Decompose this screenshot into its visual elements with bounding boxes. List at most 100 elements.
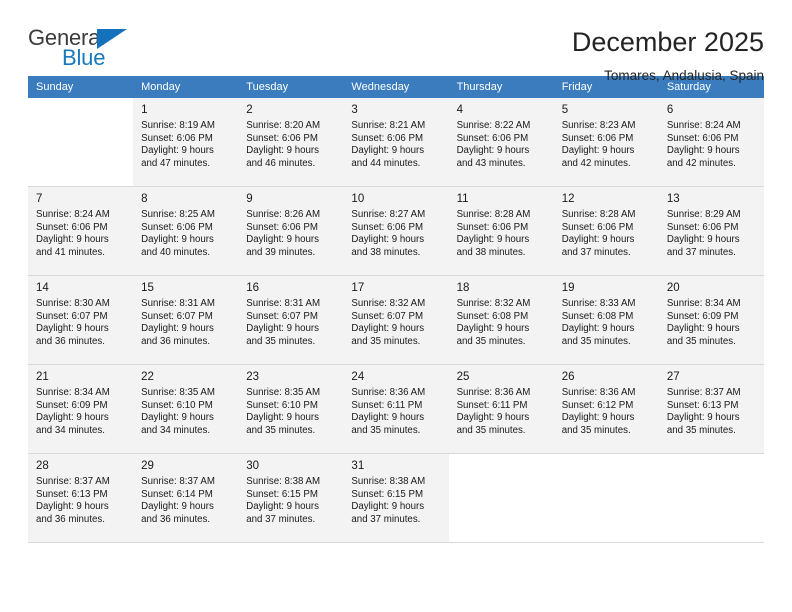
sunrise-text: Sunrise: 8:23 AM — [561, 120, 636, 131]
sunrise-text: Sunrise: 8:38 AM — [351, 476, 426, 487]
calendar-day-cell: 1 Sunrise: 8:19 AM Sunset: 6:06 PM Daylight… — [133, 98, 239, 187]
calendar-cell[interactable]: 10 Sunrise: 8:27 AM Sunset: 6:06 PM Dayligh… — [343, 187, 449, 276]
daylight-text-line2: and 38 minutes. — [456, 246, 526, 258]
daylight-text-line1: Daylight: 9 hours — [141, 412, 214, 424]
calendar-cell[interactable]: 23 Sunrise: 8:35 AM Sunset: 6:10 PM Dayligh… — [238, 365, 344, 454]
calendar-cell[interactable]: 1 Sunrise: 8:19 AM Sunset: 6:06 PM Daylight… — [133, 98, 239, 187]
page-header: General Blue December 2025 Tomares, Anda… — [28, 0, 764, 84]
daylight-text-line1: Daylight: 9 hours — [456, 412, 530, 424]
weekday-header-sunday: Sunday — [28, 76, 134, 98]
day-number: 13 — [666, 193, 680, 205]
calendar-cell-empty — [658, 454, 764, 543]
daylight-text-line2: and 34 minutes. — [141, 424, 211, 436]
sun-info: Sunrise: 8:32 AM Sunset: 6:08 PM Daylight:… — [457, 298, 548, 348]
daylight-text-line1: Daylight: 9 hours — [351, 145, 425, 157]
calendar-cell[interactable]: 4 Sunrise: 8:22 AM Sunset: 6:06 PM Daylight… — [448, 98, 554, 187]
daylight-text-line1: Daylight: 9 hours — [351, 323, 425, 335]
calendar-cell[interactable]: 18 Sunrise: 8:32 AM Sunset: 6:08 PM Dayligh… — [448, 276, 554, 365]
sunset-text: Sunset: 6:06 PM — [141, 132, 213, 144]
calendar-page: General Blue December 2025 Tomares, Anda… — [0, 0, 792, 612]
sunset-text: Sunset: 6:13 PM — [36, 488, 108, 500]
calendar-cell[interactable]: 2 Sunrise: 8:20 AM Sunset: 6:06 PM Daylight… — [238, 98, 344, 187]
calendar-cell[interactable]: 31 Sunrise: 8:38 AM Sunset: 6:15 PM Dayligh… — [343, 454, 449, 543]
calendar-day-cell: 25 Sunrise: 8:36 AM Sunset: 6:11 PM Dayligh… — [448, 365, 554, 454]
calendar-cell[interactable]: 16 Sunrise: 8:31 AM Sunset: 6:07 PM Dayligh… — [238, 276, 344, 365]
daylight-text-line1: Daylight: 9 hours — [456, 323, 530, 335]
calendar-week-row: 14 Sunrise: 8:30 AM Sunset: 6:07 PM Dayligh… — [28, 276, 764, 365]
calendar-cell[interactable]: 3 Sunrise: 8:21 AM Sunset: 6:06 PM Daylight… — [343, 98, 449, 187]
calendar-cell[interactable]: 30 Sunrise: 8:38 AM Sunset: 6:15 PM Dayligh… — [238, 454, 344, 543]
sunrise-text: Sunrise: 8:28 AM — [456, 209, 531, 220]
sunrise-text: Sunrise: 8:34 AM — [666, 298, 741, 309]
sun-info: Sunrise: 8:22 AM Sunset: 6:06 PM Daylight:… — [457, 120, 548, 170]
daylight-text-line2: and 43 minutes. — [456, 157, 526, 169]
calendar-cell[interactable]: 8 Sunrise: 8:25 AM Sunset: 6:06 PM Daylight… — [133, 187, 239, 276]
calendar-cell[interactable]: 24 Sunrise: 8:36 AM Sunset: 6:11 PM Dayligh… — [343, 365, 449, 454]
calendar-cell[interactable]: 22 Sunrise: 8:35 AM Sunset: 6:10 PM Dayligh… — [133, 365, 239, 454]
sunset-text: Sunset: 6:07 PM — [36, 310, 108, 322]
calendar-cell[interactable]: 14 Sunrise: 8:30 AM Sunset: 6:07 PM Dayligh… — [28, 276, 134, 365]
calendar-cell[interactable]: 21 Sunrise: 8:34 AM Sunset: 6:09 PM Dayligh… — [28, 365, 134, 454]
sunset-text: Sunset: 6:14 PM — [141, 488, 213, 500]
daylight-text-line1: Daylight: 9 hours — [456, 145, 530, 157]
day-number: 6 — [666, 104, 674, 116]
day-number: 28 — [36, 460, 49, 472]
sunset-text: Sunset: 6:06 PM — [561, 132, 634, 144]
daylight-text-line2: and 37 minutes. — [246, 513, 316, 525]
daylight-text-line1: Daylight: 9 hours — [246, 412, 319, 424]
calendar-cell[interactable]: 29 Sunrise: 8:37 AM Sunset: 6:14 PM Dayligh… — [133, 454, 239, 543]
sun-info: Sunrise: 8:34 AM Sunset: 6:09 PM Daylight:… — [667, 298, 758, 348]
calendar-day-cell: 26 Sunrise: 8:36 AM Sunset: 6:12 PM Dayligh… — [553, 365, 659, 454]
calendar-cell[interactable]: 5 Sunrise: 8:23 AM Sunset: 6:06 PM Daylight… — [553, 98, 659, 187]
calendar-cell[interactable]: 19 Sunrise: 8:33 AM Sunset: 6:08 PM Dayligh… — [553, 276, 659, 365]
daylight-text-line1: Daylight: 9 hours — [561, 323, 635, 335]
sunset-text: Sunset: 6:15 PM — [351, 488, 424, 500]
sun-info: Sunrise: 8:35 AM Sunset: 6:10 PM Daylight:… — [141, 387, 232, 437]
day-number: 14 — [36, 282, 49, 294]
calendar-cell[interactable]: 12 Sunrise: 8:28 AM Sunset: 6:06 PM Dayligh… — [553, 187, 659, 276]
sun-info: Sunrise: 8:37 AM Sunset: 6:13 PM Daylight:… — [36, 476, 127, 526]
daylight-text-line1: Daylight: 9 hours — [36, 234, 109, 246]
calendar-day-cell: 23 Sunrise: 8:35 AM Sunset: 6:10 PM Dayligh… — [238, 365, 344, 454]
daylight-text-line2: and 35 minutes. — [666, 335, 736, 347]
calendar-cell[interactable]: 9 Sunrise: 8:26 AM Sunset: 6:06 PM Daylight… — [238, 187, 344, 276]
calendar-day-cell: 3 Sunrise: 8:21 AM Sunset: 6:06 PM Daylight… — [343, 98, 449, 187]
day-number: 8 — [141, 193, 148, 205]
sun-info: Sunrise: 8:23 AM Sunset: 6:06 PM Daylight:… — [562, 120, 653, 170]
sunset-text: Sunset: 6:10 PM — [246, 399, 318, 411]
calendar-cell[interactable]: 27 Sunrise: 8:37 AM Sunset: 6:13 PM Dayligh… — [658, 365, 764, 454]
calendar-day-cell: 10 Sunrise: 8:27 AM Sunset: 6:06 PM Dayligh… — [343, 187, 449, 276]
calendar-cell[interactable]: 15 Sunrise: 8:31 AM Sunset: 6:07 PM Dayligh… — [133, 276, 239, 365]
daylight-text-line2: and 36 minutes. — [141, 335, 211, 347]
calendar-cell[interactable]: 17 Sunrise: 8:32 AM Sunset: 6:07 PM Dayligh… — [343, 276, 449, 365]
calendar-cell — [448, 454, 554, 543]
day-number: 16 — [246, 282, 260, 294]
day-number: 23 — [246, 371, 260, 383]
calendar-day-cell: 24 Sunrise: 8:36 AM Sunset: 6:11 PM Dayligh… — [343, 365, 449, 454]
calendar-cell[interactable]: 7 Sunrise: 8:24 AM Sunset: 6:06 PM Daylight… — [28, 187, 134, 276]
calendar-cell[interactable]: 25 Sunrise: 8:36 AM Sunset: 6:11 PM Dayligh… — [448, 365, 554, 454]
brand-logo[interactable]: General Blue — [28, 26, 140, 72]
calendar-cell[interactable]: 13 Sunrise: 8:29 AM Sunset: 6:06 PM Dayligh… — [658, 187, 764, 276]
calendar-day-cell: 17 Sunrise: 8:32 AM Sunset: 6:07 PM Dayligh… — [343, 276, 449, 365]
day-number: 27 — [666, 371, 680, 383]
sunrise-text: Sunrise: 8:31 AM — [141, 298, 215, 309]
sunrise-text: Sunrise: 8:32 AM — [456, 298, 531, 309]
calendar-cell[interactable]: 6 Sunrise: 8:24 AM Sunset: 6:06 PM Daylight… — [658, 98, 764, 187]
daylight-text-line1: Daylight: 9 hours — [246, 323, 319, 335]
calendar-cell[interactable]: 20 Sunrise: 8:34 AM Sunset: 6:09 PM Dayligh… — [658, 276, 764, 365]
calendar-cell[interactable]: 28 Sunrise: 8:37 AM Sunset: 6:13 PM Dayligh… — [28, 454, 134, 543]
sunset-text: Sunset: 6:06 PM — [141, 221, 213, 233]
sun-info: Sunrise: 8:37 AM Sunset: 6:13 PM Daylight:… — [667, 387, 758, 437]
calendar-cell[interactable]: 11 Sunrise: 8:28 AM Sunset: 6:06 PM Dayligh… — [448, 187, 554, 276]
calendar-day-cell: 14 Sunrise: 8:30 AM Sunset: 6:07 PM Dayligh… — [28, 276, 134, 365]
day-number: 4 — [456, 104, 463, 116]
calendar-week-row: 7 Sunrise: 8:24 AM Sunset: 6:06 PM Daylight… — [28, 187, 764, 276]
sunset-text: Sunset: 6:07 PM — [351, 310, 424, 322]
daylight-text-line2: and 37 minutes. — [351, 513, 421, 525]
daylight-text-line2: and 38 minutes. — [351, 246, 421, 258]
calendar-day-cell: 6 Sunrise: 8:24 AM Sunset: 6:06 PM Daylight… — [658, 98, 764, 187]
sunset-text: Sunset: 6:06 PM — [456, 132, 529, 144]
calendar-cell[interactable]: 26 Sunrise: 8:36 AM Sunset: 6:12 PM Dayligh… — [553, 365, 659, 454]
calendar-day-cell: 16 Sunrise: 8:31 AM Sunset: 6:07 PM Dayligh… — [238, 276, 344, 365]
